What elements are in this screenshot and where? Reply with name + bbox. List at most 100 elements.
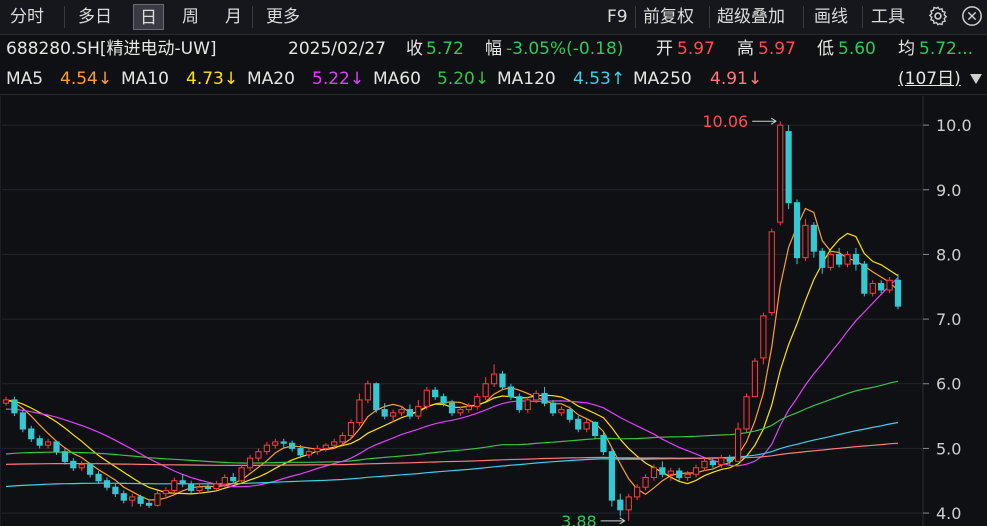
candle-body [474,396,481,407]
candle [600,432,607,455]
gear-icon[interactable] [927,5,949,27]
candle [692,464,700,478]
candle-body [566,409,573,420]
candle [103,477,111,491]
candle-body [171,480,178,491]
candle-body [398,409,405,414]
price-tick-label: 6.0 [936,375,961,394]
candle-body [297,447,304,456]
ma120-label: MA120 [497,69,556,89]
candle [785,125,792,210]
tab-weekly[interactable]: 周 [176,4,205,30]
candle [735,422,742,462]
candle [263,441,270,455]
candle-body [667,470,674,475]
candlestick-chart[interactable]: 10.0 9.0 8.0 7.0 6.0 5.0 4.0 10.06 3.88 [0,96,987,526]
candle [667,467,674,481]
tab-more[interactable]: 更多 [260,4,306,30]
candle-body [364,383,371,401]
candle-body [322,444,329,449]
candle [305,448,313,459]
ma60-value: 5.20↓ [437,69,490,89]
candle [314,445,321,455]
draw-line-button[interactable]: 画线 [808,4,854,30]
super-overlay-button[interactable]: 超级叠加 [711,4,791,30]
toolbar-divider [635,6,636,28]
candle [129,493,136,507]
f9-button[interactable]: F9 [601,4,634,30]
candle [255,448,262,462]
grid-lines [2,124,923,514]
candle-body [179,480,186,485]
candle-body [28,428,35,440]
tab-intraday[interactable]: 分时 [4,4,50,30]
ma60-line [5,380,899,464]
period-selector[interactable]: (107日) [898,64,961,94]
forward-adjust-button[interactable]: 前复权 [637,4,700,30]
candle-body [230,477,237,482]
candle [558,406,565,417]
candle [490,364,498,387]
candle [36,435,43,449]
candle [768,228,775,316]
candle [44,438,52,449]
candle-body [844,253,851,265]
candle [844,251,851,268]
toolbar-divider [252,6,253,28]
candle-body [347,422,355,436]
candle-body [389,412,397,417]
candle-body [625,496,632,511]
candle-body [583,422,590,430]
price-axis: 10.0 9.0 8.0 7.0 6.0 5.0 4.0 [923,116,972,523]
candle-body [373,383,380,411]
tools-button[interactable]: 工具 [865,4,911,30]
candle-body [188,483,195,491]
candle-body [692,467,700,475]
price-tick-label: 10.0 [936,116,972,135]
candle-body [524,399,531,411]
candle-body [381,409,388,417]
candle-body [457,409,464,414]
price-tick-label: 7.0 [936,310,961,329]
candles [2,121,902,521]
candle-body [684,473,691,479]
ma120-value: 4.53↑ [573,69,626,89]
candle [53,440,60,455]
ma20-label: MA20 [247,69,295,89]
candle [322,443,329,452]
tab-daily[interactable]: 日 [133,4,164,30]
high-value: 5.97 [758,39,796,59]
tab-monthly[interactable]: 月 [219,4,248,30]
ma10-value: 4.73↓ [186,69,239,89]
candle-body [802,224,809,259]
candle [751,357,759,398]
candle-body [634,486,641,498]
candle-body [793,202,801,259]
candle [162,487,169,497]
candle-body [440,396,447,404]
candle-body [852,253,860,265]
close-icon[interactable] [961,5,983,27]
candle-body [255,451,262,459]
candle [861,260,868,297]
candle [575,416,582,433]
candle [878,280,885,294]
ma60-label: MA60 [373,69,421,89]
candle-body [406,409,414,417]
change-value: -3.05%(-0.18) [506,39,624,59]
candle [869,280,876,297]
candle-body [507,386,515,398]
candle-body [575,418,582,430]
candle [196,483,203,494]
quote-date: 2025/02/27 [288,39,386,59]
candle [28,425,35,442]
candle-body [263,444,270,453]
candle [11,396,18,417]
candle-body [162,489,169,495]
price-tick-label: 9.0 [936,181,961,200]
triangle-down-icon[interactable] [970,74,982,84]
candle-body [541,392,548,404]
candle [499,370,506,391]
tab-multi-day[interactable]: 多日 [72,4,118,30]
candle [289,440,296,452]
